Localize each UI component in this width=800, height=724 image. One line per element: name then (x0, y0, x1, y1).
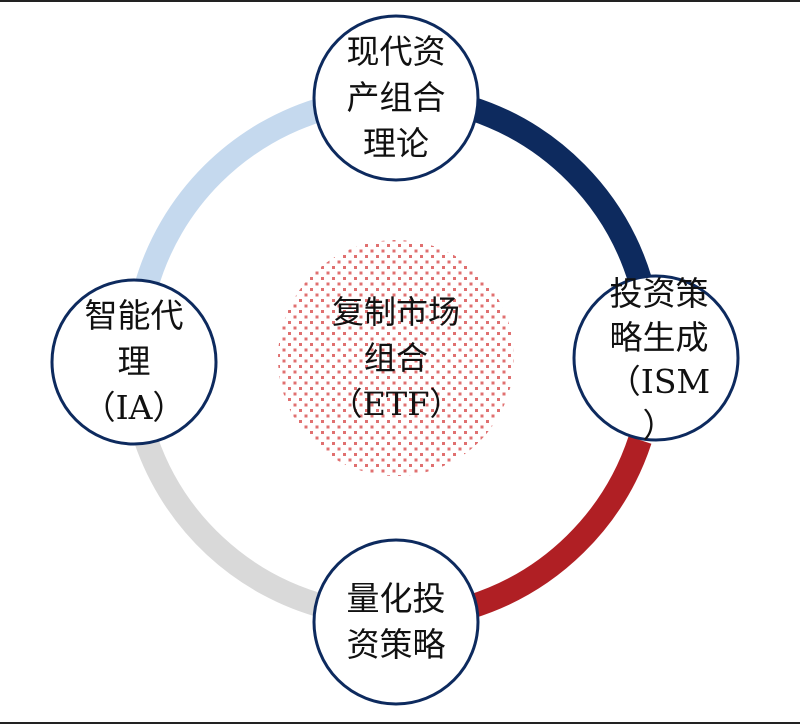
arc-bottom-left (134, 436, 330, 619)
arc-bottom-right (466, 436, 652, 619)
node-left-label: 智能代 理 （IA） (82, 296, 186, 427)
node-top-label: 现代资 产组合 理论 (346, 32, 446, 163)
node-bottom-label: 量化投 资策略 (346, 579, 446, 664)
arc-top-right (466, 96, 652, 284)
center-label: 复制市场 组合 （ETF） (330, 293, 462, 423)
arc-top-left (134, 96, 330, 291)
node-right-label: 投资策 略生成 （ISM ） (607, 274, 711, 445)
diagram-frame: 现代资 产组合 理论 投资策 略生成 （ISM ） 量化投 资策略 智能代 理 … (0, 0, 800, 724)
